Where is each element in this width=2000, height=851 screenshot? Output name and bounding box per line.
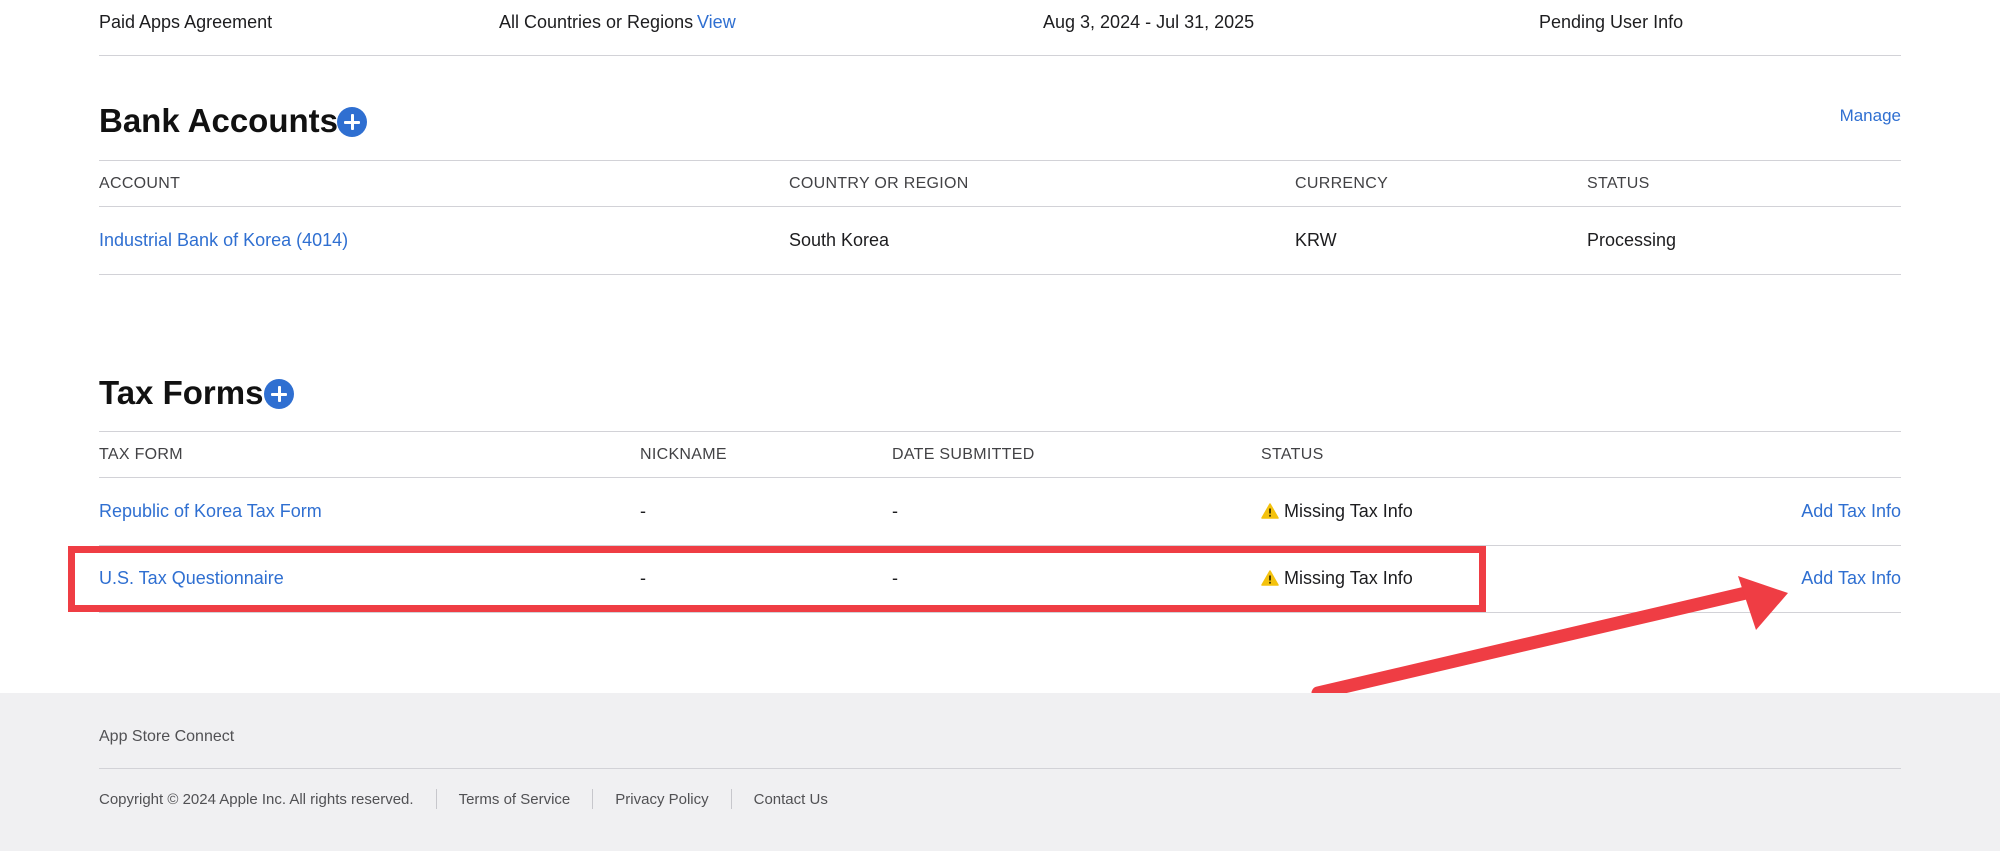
tax-form-nickname: - <box>640 568 646 588</box>
tax-form-date: - <box>892 568 898 588</box>
footer-divider <box>99 768 1901 769</box>
agreement-status: Pending User Info <box>1539 12 1684 32</box>
add-tax-info-link[interactable]: Add Tax Info <box>1801 567 1901 589</box>
footer-brand: App Store Connect <box>99 728 235 745</box>
divider <box>99 55 1901 56</box>
section-title-bank-accounts: Bank Accounts <box>99 102 338 139</box>
divider <box>99 431 1901 432</box>
divider <box>99 477 1901 478</box>
footer: App Store Connect Copyright © 2024 Apple… <box>0 693 2000 851</box>
warning-triangle-icon <box>1261 503 1279 519</box>
add-tax-info-link[interactable]: Add Tax Info <box>1801 500 1901 522</box>
column-header-currency: CURRENCY <box>1295 175 1389 192</box>
bank-account-currency: KRW <box>1295 230 1337 250</box>
divider <box>99 545 1901 546</box>
agreement-view-link[interactable]: View <box>697 11 736 33</box>
column-header-status: STATUS <box>1587 175 1650 192</box>
divider <box>99 206 1901 207</box>
privacy-policy-link[interactable]: Privacy Policy <box>615 791 708 808</box>
agreement-dates: Aug 3, 2024 - Jul 31, 2025 <box>1043 12 1255 32</box>
separator <box>435 789 437 809</box>
column-header-nickname: NICKNAME <box>640 446 727 463</box>
add-tax-form-plus-icon[interactable] <box>264 379 294 409</box>
tax-form-status: Missing Tax Info <box>1284 568 1413 588</box>
page: Paid Apps Agreement All Countries or Reg… <box>0 0 2000 851</box>
agreement-name: Paid Apps Agreement <box>99 12 273 32</box>
tax-form-link[interactable]: U.S. Tax Questionnaire <box>99 567 284 589</box>
add-bank-account-plus-icon[interactable] <box>337 107 367 137</box>
bank-account-link[interactable]: Industrial Bank of Korea (4014) <box>99 229 348 251</box>
separator <box>592 789 594 809</box>
divider <box>99 612 1901 613</box>
column-header-tax-form: TAX FORM <box>99 446 183 463</box>
tax-form-status: Missing Tax Info <box>1284 501 1413 521</box>
column-header-status: STATUS <box>1261 446 1324 463</box>
tax-form-date: - <box>892 501 898 521</box>
terms-of-service-link[interactable]: Terms of Service <box>459 791 571 808</box>
agreement-countries: All Countries or Regions <box>499 12 694 32</box>
footer-links: Copyright © 2024 Apple Inc. All rights r… <box>99 787 828 811</box>
tax-form-link[interactable]: Republic of Korea Tax Form <box>99 500 322 522</box>
manage-bank-accounts-link[interactable]: Manage <box>1840 105 1901 127</box>
bank-account-country: South Korea <box>789 230 890 250</box>
divider <box>99 160 1901 161</box>
section-title-tax-forms: Tax Forms <box>99 374 264 411</box>
column-header-account: ACCOUNT <box>99 175 181 192</box>
column-header-date-submitted: DATE SUBMITTED <box>892 446 1035 463</box>
tax-form-nickname: - <box>640 501 646 521</box>
divider <box>99 274 1901 275</box>
bank-account-status: Processing <box>1587 230 1677 250</box>
separator <box>730 789 732 809</box>
warning-triangle-icon <box>1261 570 1279 586</box>
contact-us-link[interactable]: Contact Us <box>754 791 828 808</box>
copyright-text: Copyright © 2024 Apple Inc. All rights r… <box>99 790 414 808</box>
column-header-country: COUNTRY OR REGION <box>789 175 969 192</box>
annotation-arrow-icon <box>1311 576 1788 700</box>
